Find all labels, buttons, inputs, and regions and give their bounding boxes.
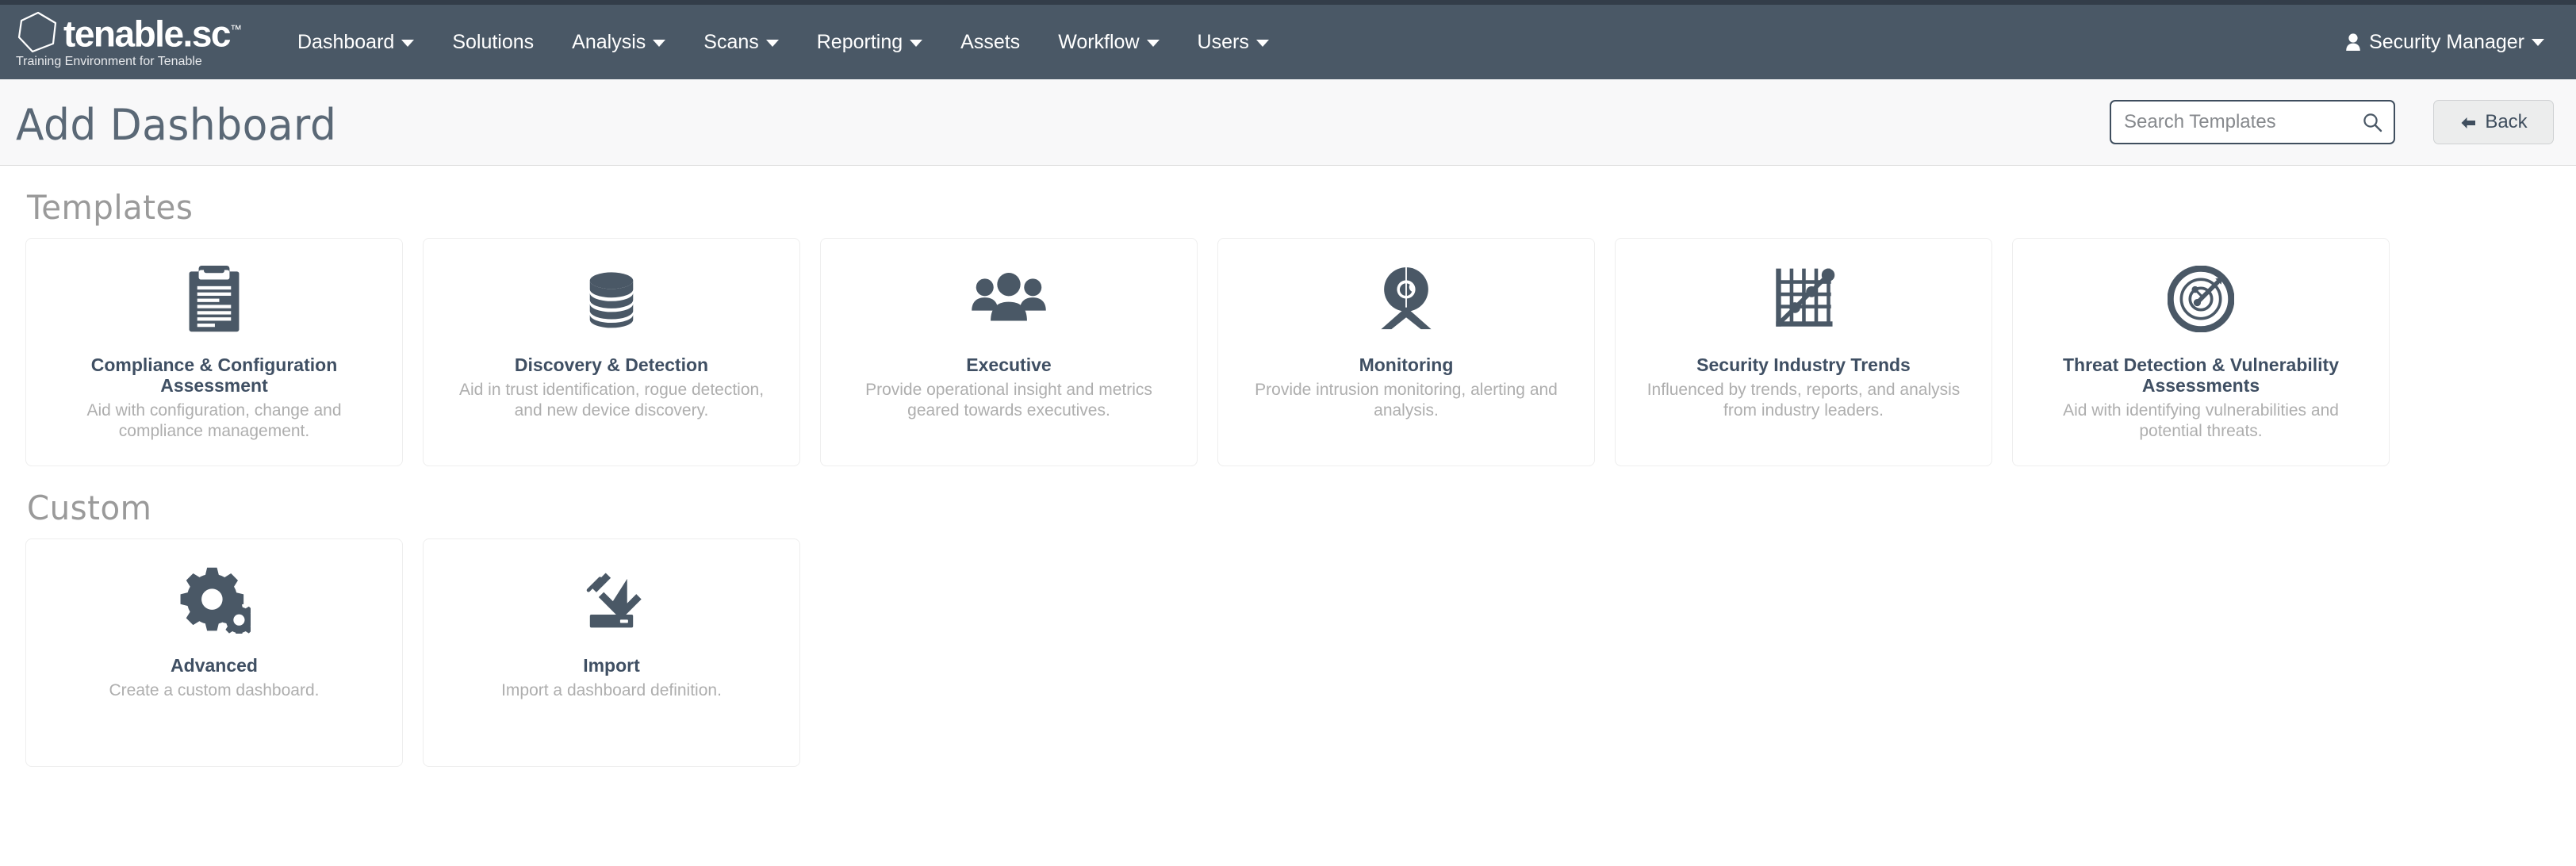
- card-title: Security Industry Trends: [1684, 354, 1923, 375]
- people-group-icon: [971, 256, 1047, 342]
- hexagon-logo-icon: [14, 8, 62, 56]
- trend-chart-icon: [1770, 256, 1837, 342]
- nav-right-area: Security Manager: [2345, 5, 2544, 79]
- card-title: Monitoring: [1347, 354, 1466, 375]
- chevron-down-icon: [1256, 40, 1269, 47]
- nav-item-reporting[interactable]: Reporting: [798, 5, 941, 79]
- chevron-down-icon: [401, 40, 414, 47]
- custom-section: Custom Advanced Create: [25, 489, 2551, 767]
- chevron-down-icon: [653, 40, 665, 47]
- card-description: Aid with configuration, change and compl…: [26, 396, 402, 442]
- chevron-down-icon: [2532, 39, 2544, 46]
- search-templates-field[interactable]: [2110, 100, 2395, 144]
- chevron-down-icon: [910, 40, 922, 47]
- user-icon: [2345, 33, 2361, 52]
- page-header: Add Dashboard Back: [0, 79, 2576, 166]
- card-description: Import a dashboard definition.: [474, 676, 749, 701]
- card-title: Executive: [953, 354, 1064, 375]
- card-description: Aid in trust identification, rogue detec…: [424, 375, 799, 421]
- card-description: Provide operational insight and metrics …: [821, 375, 1197, 421]
- nav-item-label: Dashboard: [297, 31, 394, 53]
- template-card-security-industry-trends[interactable]: Security Industry Trends Influenced by t…: [1615, 238, 1992, 466]
- card-title: Compliance & Configuration Assessment: [48, 354, 381, 396]
- card-title: Threat Detection & Vulnerability Assessm…: [2034, 354, 2367, 396]
- template-card-monitoring[interactable]: Monitoring Provide intrusion monitoring,…: [1217, 238, 1595, 466]
- nav-item-label: Workflow: [1058, 31, 1139, 53]
- section-title-custom: Custom: [27, 489, 2450, 527]
- card-description: Aid with identifying vulnerabilities and…: [2013, 396, 2389, 442]
- nav-item-label: Scans: [703, 31, 758, 53]
- brand-name: tenable.sc™: [63, 10, 242, 54]
- template-card-compliance-configuration-assessment[interactable]: Compliance & Configuration Assessment Ai…: [25, 238, 403, 466]
- card-title: Advanced: [158, 655, 270, 676]
- card-title: Discovery & Detection: [502, 354, 721, 375]
- back-button[interactable]: Back: [2433, 100, 2554, 144]
- search-input[interactable]: [2110, 100, 2395, 144]
- radar-target-icon: [2168, 256, 2234, 342]
- card-description: Influenced by trends, reports, and analy…: [1616, 375, 1991, 421]
- nav-item-solutions[interactable]: Solutions: [433, 5, 553, 79]
- template-card-threat-detection-vulnerability-assessments[interactable]: Threat Detection & Vulnerability Assessm…: [2012, 238, 2390, 466]
- custom-card-import[interactable]: Import Import a dashboard definition.: [423, 538, 800, 767]
- template-card-discovery-detection[interactable]: Discovery & Detection Aid in trust ident…: [423, 238, 800, 466]
- user-menu[interactable]: Security Manager: [2345, 31, 2544, 54]
- brand-logo[interactable]: tenable.sc™ Training Environment for Ten…: [14, 5, 242, 70]
- import-arrow-icon: [578, 557, 645, 642]
- brand-top-row: tenable.sc™: [14, 8, 242, 56]
- nav-item-label: Analysis: [572, 31, 646, 53]
- clipboard-icon: [185, 256, 243, 342]
- gears-icon: [178, 557, 251, 642]
- custom-card-row: Advanced Create a custom dashboard. Impo…: [25, 538, 2551, 767]
- arrow-left-icon: [2459, 114, 2477, 130]
- nav-item-assets[interactable]: Assets: [941, 5, 1039, 79]
- trademark-symbol: ™: [230, 23, 242, 36]
- page-content: Templates: [0, 188, 2576, 767]
- section-title-templates: Templates: [27, 188, 2450, 227]
- nav-item-label: Assets: [960, 31, 1020, 53]
- back-button-label: Back: [2485, 111, 2527, 133]
- card-description: Create a custom dashboard.: [82, 676, 347, 701]
- nav-item-users[interactable]: Users: [1179, 5, 1288, 79]
- card-description: Provide intrusion monitoring, alerting a…: [1218, 375, 1594, 421]
- nav-item-analysis[interactable]: Analysis: [553, 5, 684, 79]
- nav-item-label: Solutions: [452, 31, 534, 53]
- nav-item-workflow[interactable]: Workflow: [1039, 5, 1178, 79]
- custom-card-advanced[interactable]: Advanced Create a custom dashboard.: [25, 538, 403, 767]
- top-navigation-bar: tenable.sc™ Training Environment for Ten…: [0, 0, 2576, 79]
- database-stack-icon: [580, 256, 643, 342]
- nav-item-scans[interactable]: Scans: [684, 5, 797, 79]
- card-title: Import: [570, 655, 653, 676]
- nav-item-label: Users: [1198, 31, 1249, 53]
- page-title: Add Dashboard: [16, 100, 336, 150]
- security-camera-icon: [1375, 256, 1437, 342]
- header-tools: Back: [2110, 100, 2554, 144]
- brand-subtitle: Training Environment for Tenable: [14, 54, 242, 70]
- template-card-executive[interactable]: Executive Provide operational insight an…: [820, 238, 1198, 466]
- templates-section: Templates: [25, 188, 2551, 466]
- chevron-down-icon: [766, 40, 779, 47]
- nav-links: Dashboard Solutions Analysis Scans Repor…: [278, 5, 1288, 79]
- nav-item-label: Reporting: [817, 31, 903, 53]
- chevron-down-icon: [1147, 40, 1160, 47]
- nav-item-dashboard[interactable]: Dashboard: [278, 5, 433, 79]
- user-menu-label: Security Manager: [2369, 31, 2524, 54]
- brand-name-text: tenable.sc: [63, 13, 230, 54]
- templates-card-row: Compliance & Configuration Assessment Ai…: [25, 238, 2551, 466]
